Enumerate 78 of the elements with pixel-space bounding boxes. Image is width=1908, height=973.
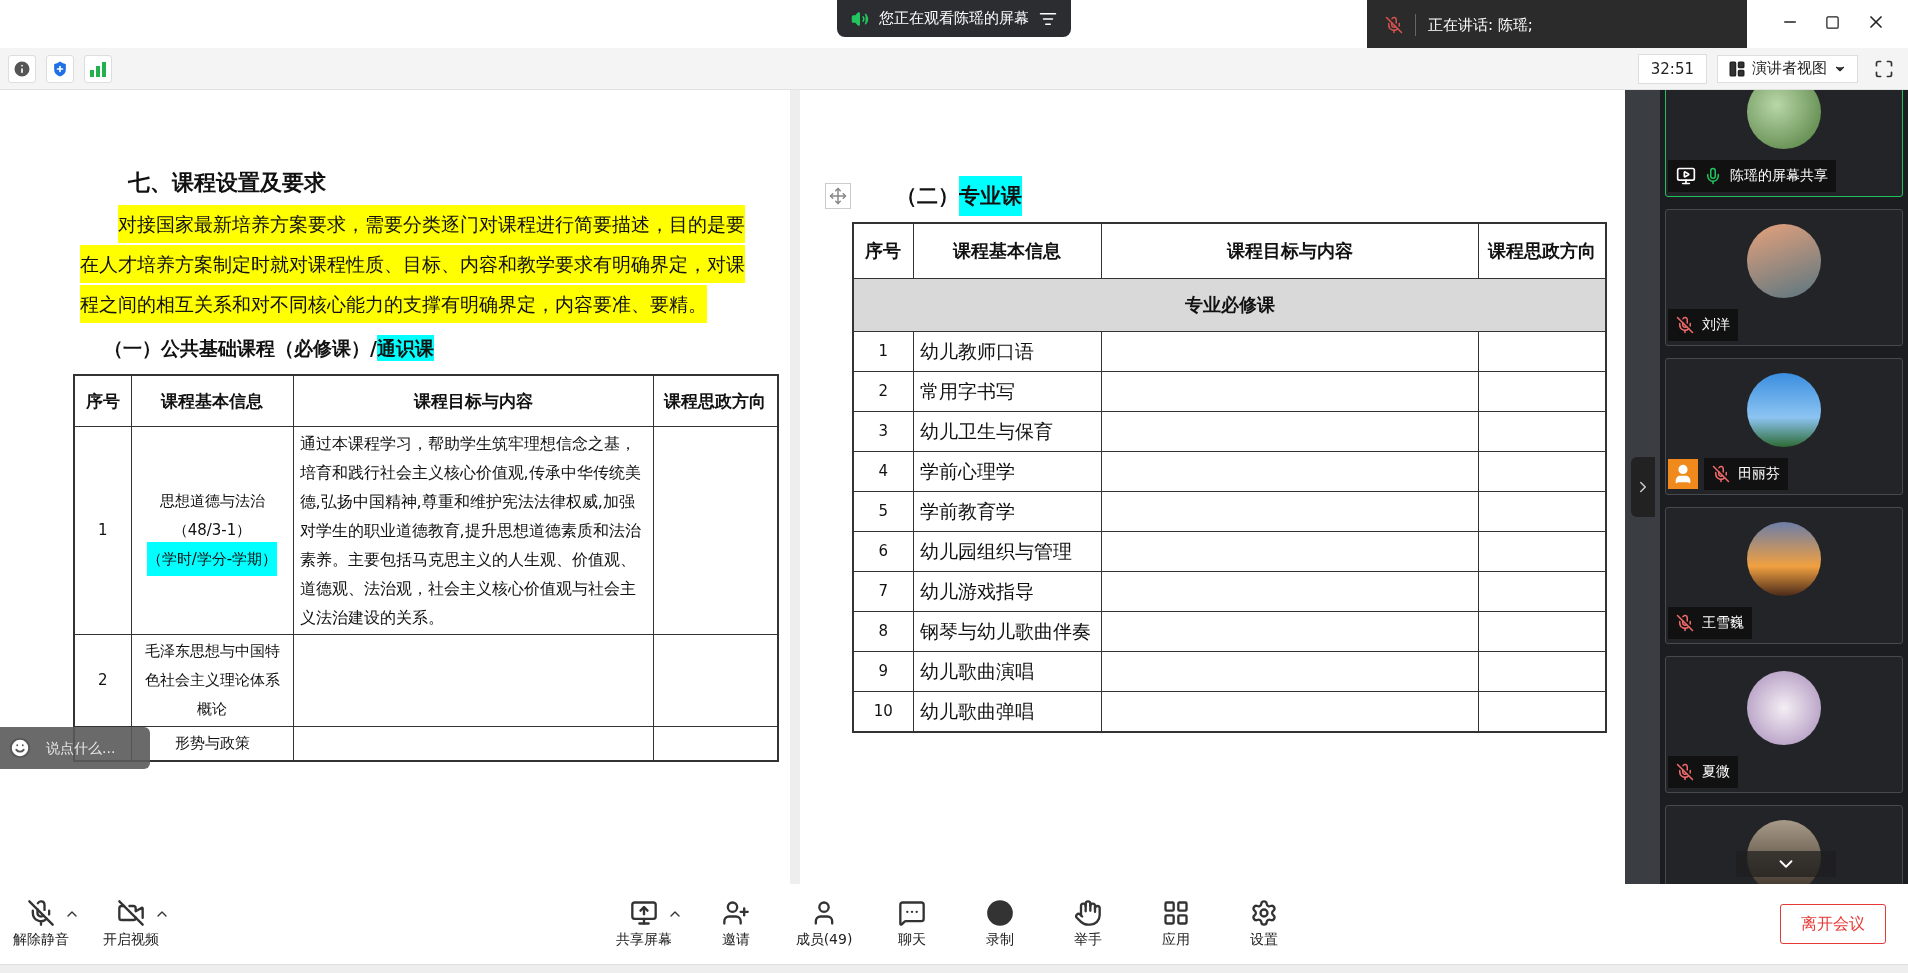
share-screen-icon (630, 899, 658, 927)
view-mode-button[interactable]: 演讲者视图 (1717, 54, 1858, 83)
participant-name: 田丽芬 (1738, 465, 1780, 483)
participant-tile[interactable]: 田丽芬 (1665, 358, 1903, 495)
table-cell: 学前教育学 (913, 491, 1101, 532)
expand-handle[interactable] (1630, 457, 1655, 517)
column-header: 序号 (74, 375, 131, 427)
hand-button[interactable]: 举手 (1053, 899, 1123, 949)
smiley-icon[interactable] (9, 737, 31, 759)
add-user-icon (722, 899, 750, 927)
video-off-button[interactable]: 开启视频 (96, 899, 166, 949)
participant-tile[interactable]: 陈瑶的屏幕共享 (1665, 90, 1903, 197)
leave-meeting-button[interactable]: 离开会议 (1780, 904, 1886, 944)
mic-off-button[interactable]: 解除静音 (6, 899, 76, 949)
move-handle-icon[interactable] (825, 183, 851, 209)
table-cell: 幼儿教师口语 (913, 331, 1101, 372)
table-cell: 1 (853, 331, 913, 372)
meeting-timer: 32:51 (1637, 53, 1707, 84)
settings-button[interactable]: 设置 (1229, 899, 1299, 949)
settings-icon (1250, 899, 1278, 927)
participant-name: 陈瑶的屏幕共享 (1730, 167, 1828, 185)
signal-icon[interactable] (84, 54, 112, 83)
share-button[interactable]: 共享屏幕 (609, 899, 679, 949)
column-header: 课程目标与内容 (293, 375, 653, 427)
banner-text: 您正在观看陈瑶的屏幕 (879, 9, 1029, 28)
chat-input[interactable]: 说点什么... (0, 727, 150, 769)
table-cell: 幼儿卫生与保育 (913, 411, 1101, 452)
fullscreen-icon[interactable] (1874, 58, 1894, 79)
table-cell: 2 (853, 371, 913, 412)
column-header: 课程基本信息 (913, 223, 1101, 279)
chat-icon (898, 899, 926, 927)
video-off-icon (117, 899, 145, 927)
record-icon (986, 899, 1014, 927)
table-cell: 1 (74, 426, 131, 635)
group-row: 专业必修课 (853, 278, 1606, 332)
column-header: 序号 (853, 223, 913, 279)
speaking-text: 正在讲话: 陈瑶; (1428, 15, 1533, 35)
table-cell: 4 (853, 451, 913, 492)
mic-off-icon (27, 899, 55, 927)
table-cell: 毛泽东思想与中国特色社会主义理论体系概论 (131, 634, 293, 727)
participant-name: 夏微 (1702, 763, 1730, 781)
table-cell: 3 (853, 411, 913, 452)
speaker-icon (851, 9, 869, 28)
invite-button[interactable]: 邀请 (701, 899, 771, 949)
document-heading: 七、课程设置及要求 (127, 168, 327, 197)
column-header: 课程基本信息 (131, 375, 293, 427)
table-cell: 7 (853, 571, 913, 612)
chat-button[interactable]: 聊天 (877, 899, 947, 949)
shield-icon[interactable] (46, 54, 74, 83)
maximize-icon[interactable] (1825, 14, 1840, 30)
table-cell: 常用字书写 (913, 371, 1101, 412)
info-icon[interactable] (8, 54, 36, 83)
table-cell: 幼儿歌曲演唱 (913, 651, 1101, 692)
table-cell: 8 (853, 611, 913, 652)
participant-tile[interactable]: 刘洋 (1665, 209, 1903, 346)
screen-share-icon (1676, 166, 1696, 186)
table-cell: 通过本课程学习，帮助学生筑牢理想信念之基，培育和践行社会主义核心价值观,传承中华传统美德,弘扬中国精神,尊重和维护宪法法律权威,加强对学生的职业道德教育,提升思想道德素质和法治素养。主要包括马克思主义的人生观、价值观、道德观、法治观，社会主义核心价值观与社会主义法治建设的关系。 (293, 426, 653, 635)
participant-name: 刘洋 (1702, 316, 1730, 334)
record-button[interactable]: 录制 (965, 899, 1035, 949)
layout-icon (1728, 59, 1746, 78)
apps-button[interactable]: 应用 (1141, 899, 1211, 949)
grid-icon (1162, 899, 1190, 927)
table-cell: 9 (853, 651, 913, 692)
table-cell: 幼儿园组织与管理 (913, 531, 1101, 572)
table-cell: 2 (74, 634, 131, 727)
mic-off-icon (1385, 16, 1403, 34)
column-header: 课程目标与内容 (1101, 223, 1478, 279)
hand-icon (1074, 899, 1102, 927)
participant-tile[interactable]: 夏微 (1665, 656, 1903, 793)
table-cell: 钢琴与幼儿歌曲伴奏 (913, 611, 1101, 652)
participant-name: 王雪巍 (1702, 614, 1744, 632)
table-cell: 学前心理学 (913, 451, 1101, 492)
participant-tile[interactable]: 王雪巍 (1665, 507, 1903, 644)
table-cell: 幼儿游戏指导 (913, 571, 1101, 612)
table-cell: 5 (853, 491, 913, 532)
table-cell: 思想道德与法治 （48/3-1） （学时/学分-学期） (131, 426, 293, 635)
table-cell: 6 (853, 531, 913, 572)
members-button[interactable]: 成员(49) (789, 899, 859, 949)
